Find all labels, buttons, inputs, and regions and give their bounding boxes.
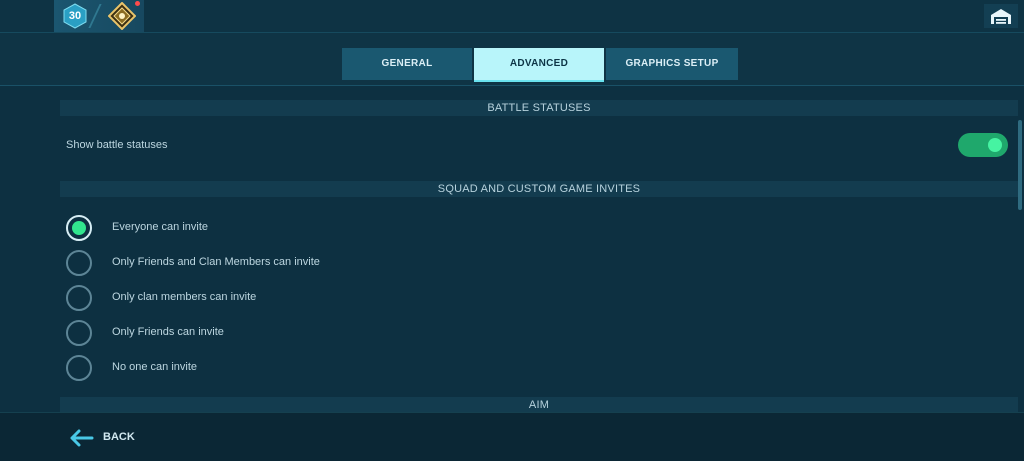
tab-general[interactable]: GENERAL xyxy=(342,48,472,80)
settings-content: BATTLE STATUSES Show battle statuses SQU… xyxy=(0,86,1024,412)
toggle-knob xyxy=(988,138,1002,152)
radio-label: Only Friends and Clan Members can invite xyxy=(112,256,320,268)
level-badge: 30 xyxy=(62,3,88,29)
show-battle-statuses-toggle[interactable] xyxy=(958,133,1008,157)
radio-no-one-can-invite[interactable]: No one can invite xyxy=(66,355,466,381)
rank-emblem-icon[interactable] xyxy=(107,1,137,31)
active-tab-indicator xyxy=(474,80,604,82)
back-label: BACK xyxy=(103,431,135,443)
show-battle-statuses-label: Show battle statuses xyxy=(66,139,168,151)
radio-button[interactable] xyxy=(66,250,92,276)
divider xyxy=(88,4,102,28)
level-number: 30 xyxy=(68,10,82,22)
radio-label: Everyone can invite xyxy=(112,221,208,233)
radio-button[interactable] xyxy=(66,355,92,381)
notification-dot xyxy=(135,1,140,6)
tab-advanced[interactable]: ADVANCED xyxy=(474,48,604,80)
radio-button[interactable] xyxy=(66,320,92,346)
bottom-bar: BACK xyxy=(0,412,1024,461)
section-header-aim: AIM xyxy=(60,397,1018,412)
content-scrollbar[interactable] xyxy=(1018,120,1022,210)
hangar-button[interactable] xyxy=(984,4,1018,28)
radio-friends-and-clan-can-invite[interactable]: Only Friends and Clan Members can invite xyxy=(66,250,466,276)
back-button[interactable]: BACK xyxy=(68,427,148,449)
tab-graphics-setup[interactable]: GRAPHICS SETUP xyxy=(606,48,738,80)
radio-button[interactable] xyxy=(66,215,92,241)
top-bar: 30 xyxy=(0,0,1024,33)
radio-clan-members-can-invite[interactable]: Only clan members can invite xyxy=(66,285,466,311)
radio-label: Only Friends can invite xyxy=(112,326,224,338)
section-header-battle-statuses: BATTLE STATUSES xyxy=(60,100,1018,116)
hangar-icon xyxy=(991,9,1011,24)
profile-box[interactable]: 30 xyxy=(54,0,144,32)
section-header-invites: SQUAD AND CUSTOM GAME INVITES xyxy=(60,181,1018,197)
settings-tabs: GENERAL ADVANCED GRAPHICS SETUP xyxy=(0,33,1024,86)
radio-selected-dot xyxy=(72,221,86,235)
radio-label: No one can invite xyxy=(112,361,197,373)
radio-friends-can-invite[interactable]: Only Friends can invite xyxy=(66,320,466,346)
radio-everyone-can-invite[interactable]: Everyone can invite xyxy=(66,215,466,241)
radio-button[interactable] xyxy=(66,285,92,311)
radio-label: Only clan members can invite xyxy=(112,291,257,303)
arrow-left-icon xyxy=(70,429,94,447)
